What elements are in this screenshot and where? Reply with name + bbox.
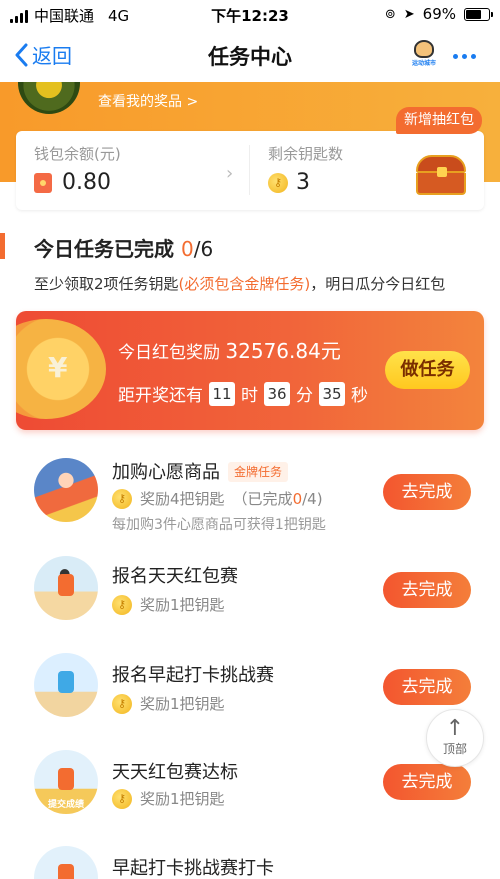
task-avatar	[34, 458, 98, 522]
battery-percent: 69%	[422, 5, 456, 23]
go-complete-button[interactable]: 去完成	[383, 764, 471, 800]
hours-unit: 时	[241, 386, 258, 406]
reward-amount-line: 今日红包奖励 32576.84元	[118, 335, 341, 364]
key-coin-icon: ⚷	[112, 594, 132, 615]
keys-value: 3	[296, 170, 310, 195]
go-complete-button[interactable]: 去完成	[383, 474, 471, 510]
task-avatar: 提交成绩	[34, 750, 98, 814]
task-title-text: 加购心愿商品	[112, 462, 220, 483]
chevron-right-icon: ›	[226, 163, 234, 184]
go-complete-button[interactable]: 去完成	[383, 669, 471, 705]
today-title: 今日任务已完成 0/6	[34, 233, 213, 262]
desc-prefix: 至少领取2项任务钥匙	[34, 275, 179, 293]
task-item: 报名早起打卡挑战赛 ⚷ 奖励1把钥匙 去完成	[0, 653, 500, 743]
section-accent-bar	[0, 233, 5, 259]
wallet-card: 钱包余额(元) 0.80 › 剩余钥匙数 ⚷ 3	[16, 131, 484, 210]
key-coin-icon: ⚷	[112, 488, 132, 509]
desc-suffix: ，明日瓜分今日红包	[310, 275, 446, 293]
countdown-seconds: 35	[319, 381, 345, 406]
task-reward-text: 奖励4把钥匙	[140, 490, 225, 508]
task-item: 早起打卡挑战赛打卡	[0, 846, 500, 879]
logo-face-icon	[414, 40, 434, 58]
nav-bar: 返回 任务中心 运动城市	[0, 30, 500, 82]
task-item: 加购心愿商品 金牌任务 ⚷ 奖励4把钥匙 （已完成 0/4) 每加购3件心愿商品可获…	[0, 458, 500, 548]
countdown-minutes: 36	[264, 381, 290, 406]
task-reward-text: 奖励1把钥匙	[140, 596, 225, 614]
battery-icon	[464, 7, 493, 21]
today-total: /6	[193, 237, 214, 261]
countdown: 距开奖还有 11 时 36 分 35 秒	[118, 381, 368, 406]
go-complete-button[interactable]: 去完成	[383, 572, 471, 608]
wallet-balance-label: 钱包余额(元)	[34, 145, 121, 163]
coin-yen-icon: ¥	[16, 319, 106, 419]
battery-level	[466, 9, 482, 19]
more-dots-icon[interactable]	[453, 54, 476, 59]
task-avatar	[34, 556, 98, 620]
task-title: 报名早起打卡挑战赛	[112, 665, 274, 686]
task-item: 报名天天红包赛 ⚷ 奖励1把钥匙 去完成	[0, 556, 500, 646]
task-reward: ⚷ 奖励1把钥匙	[112, 693, 225, 714]
back-to-top-button[interactable]: ↑ 顶部	[426, 709, 484, 767]
desc-highlight: (必须包含金牌任务)	[178, 275, 311, 293]
task-reward: ⚷ 奖励1把钥匙	[112, 788, 225, 809]
task-note: 每加购3件心愿商品可获得1把钥匙	[112, 517, 326, 533]
reward-card: ¥ 今日红包奖励 32576.84元 距开奖还有 11 时 36 分 35 秒 …	[16, 311, 484, 430]
logo-text: 运动城市	[411, 60, 436, 67]
reward-label: 今日红包奖励	[118, 343, 220, 363]
back-to-top-label: 顶部	[442, 742, 467, 756]
avatar-badge: 提交成绩	[47, 800, 84, 810]
task-reward: ⚷ 奖励1把钥匙	[112, 594, 225, 615]
keys-count[interactable]: 剩余钥匙数 ⚷ 3	[268, 143, 343, 195]
task-item: 提交成绩 天天红包赛达标 ⚷ 奖励1把钥匙 去完成	[0, 750, 500, 840]
task-title: 早起打卡挑战赛打卡	[112, 858, 274, 879]
gold-task-tag: 金牌任务	[228, 462, 289, 482]
countdown-hours: 11	[209, 381, 235, 406]
task-avatar	[34, 846, 98, 879]
key-coin-icon: ⚷	[268, 172, 288, 193]
task-avatar	[34, 653, 98, 717]
task-reward-text: 奖励1把钥匙	[140, 790, 225, 808]
task-title: 报名天天红包赛	[112, 566, 238, 587]
do-task-button[interactable]: 做任务	[385, 351, 470, 389]
countdown-prefix: 距开奖还有	[118, 386, 203, 406]
keys-label: 剩余钥匙数	[268, 145, 344, 163]
key-coin-icon: ⚷	[112, 693, 132, 714]
task-progress-suffix: /4)	[302, 489, 323, 508]
minutes-unit: 分	[296, 386, 313, 406]
today-description: 至少领取2项任务钥匙(必须包含金牌任务)，明日瓜分今日红包	[34, 273, 445, 294]
key-coin-icon: ⚷	[112, 788, 132, 809]
new-red-packet-badge[interactable]: 新增抽红包	[396, 107, 482, 134]
wallet-balance-value: 0.80	[62, 170, 111, 195]
today-completed: 0	[180, 237, 194, 261]
lock-icon: ⊚	[384, 6, 396, 22]
task-reward: ⚷ 奖励4把钥匙 （已完成 0/4)	[112, 488, 323, 509]
divider	[249, 145, 250, 195]
status-bar: 中国联通 4G 下午12:23 ⊚ ➤ 69%	[0, 0, 500, 30]
wallet-balance[interactable]: 钱包余额(元) 0.80	[34, 143, 121, 195]
treasure-chest-icon[interactable]	[416, 155, 466, 195]
today-title-text: 今日任务已完成	[34, 237, 174, 261]
red-packet-icon	[34, 172, 52, 193]
seconds-unit: 秒	[351, 386, 368, 406]
arrow-up-icon: ↑	[445, 716, 465, 741]
task-title: 天天红包赛达标	[112, 762, 238, 783]
app-logo[interactable]: 运动城市	[408, 40, 440, 72]
task-reward-text: 奖励1把钥匙	[140, 695, 225, 713]
task-progress-done: 0	[292, 489, 303, 508]
task-progress-prefix: （已完成	[232, 490, 293, 508]
location-icon: ➤	[403, 6, 415, 22]
status-right: ⊚ ➤ 69%	[384, 5, 493, 23]
coin-symbol: ¥	[48, 351, 68, 384]
view-prizes-link[interactable]: 查看我的奖品 >	[98, 91, 198, 111]
reward-amount: 32576.84元	[225, 339, 341, 363]
task-title: 加购心愿商品 金牌任务	[112, 458, 289, 484]
